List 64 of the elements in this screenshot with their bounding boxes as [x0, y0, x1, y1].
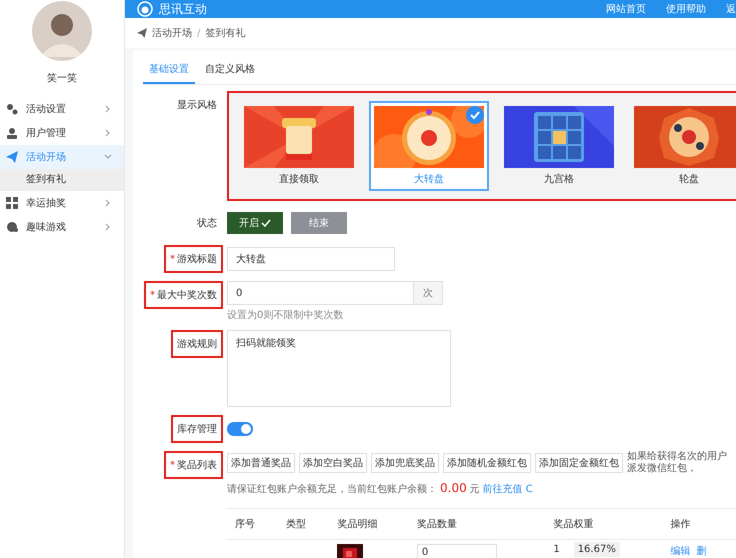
- field-label: * 游戏标题: [164, 245, 223, 273]
- style-label: 直接领取: [279, 172, 319, 186]
- chevron-down-icon: [104, 153, 112, 161]
- balance-amount: 0.00: [440, 481, 467, 495]
- style-label: 轮盘: [679, 173, 699, 186]
- style-label: 大转盘: [414, 172, 444, 186]
- column-header: 类型: [278, 508, 330, 540]
- breadcrumb-separator: /: [197, 28, 200, 38]
- chevron-right-icon: [104, 105, 112, 113]
- sidebar-item[interactable]: 活动设置: [0, 97, 124, 121]
- field-label: * 奖品列表: [164, 451, 223, 479]
- rules-field[interactable]: 扫码就能领奖: [227, 330, 451, 407]
- grid-icon: [6, 197, 18, 209]
- balance-text: 请保证红包账户余额充足，当前红包账户余额：: [227, 482, 437, 496]
- currency-text: 元: [470, 483, 480, 496]
- sidebar-item[interactable]: 趣味游戏: [0, 215, 124, 239]
- column-header: 奖品权重: [545, 508, 663, 540]
- check-icon: [466, 106, 484, 124]
- action-link[interactable]: 编辑: [670, 546, 691, 557]
- chevron-right-icon: [104, 129, 112, 137]
- note-text: 如果给获得名次的用户派发微信红包，: [627, 451, 728, 475]
- column-header: 序号: [227, 508, 278, 540]
- add-prize-button[interactable]: 添加随机金额红包: [443, 453, 531, 473]
- hint-text: 设置为0则不限制中奖次数: [227, 308, 344, 322]
- avatar: [32, 1, 92, 61]
- unit-label: 次: [414, 281, 443, 305]
- tab[interactable]: 自定义风格: [199, 56, 261, 84]
- paper-plane-icon: [6, 151, 18, 163]
- breadcrumb-item[interactable]: 活动开场: [152, 26, 192, 40]
- sidebar-subitem[interactable]: 签到有礼: [0, 169, 124, 191]
- user-name: 笑一笑: [46, 72, 78, 85]
- tab[interactable]: 基础设置: [143, 56, 195, 84]
- field-label: * 最大中奖次数: [144, 281, 223, 309]
- chevron-right-icon: [104, 199, 112, 207]
- column-header: 奖品明细: [329, 508, 409, 540]
- title-field[interactable]: 大转盘: [227, 247, 395, 271]
- sidebar-item[interactable]: 幸运抽奖: [0, 191, 124, 215]
- add-prize-button[interactable]: 添加固定金额红包: [535, 453, 623, 473]
- field-label: 库存管理: [171, 415, 223, 443]
- style-option[interactable]: 轮盘: [629, 101, 736, 191]
- add-prize-button[interactable]: 添加普通奖品: [227, 453, 295, 473]
- weight-value: 1: [553, 544, 560, 555]
- check-icon: [261, 218, 271, 228]
- user-icon: [6, 127, 18, 139]
- add-prize-button[interactable]: 添加空白奖品: [299, 453, 367, 473]
- breadcrumb-item[interactable]: 签到有礼: [205, 26, 246, 40]
- percent-value: 16.67%: [574, 542, 620, 557]
- field-label: 显示风格: [176, 98, 218, 113]
- toggle-switch[interactable]: [227, 422, 253, 436]
- app-title: 思讯互动: [159, 0, 207, 18]
- chevron-right-icon: [104, 223, 112, 231]
- style-option[interactable]: 直接领取: [239, 101, 359, 191]
- style-label: 九宫格: [544, 172, 574, 186]
- paper-plane-icon: [137, 28, 147, 38]
- quantity-field[interactable]: 0: [416, 544, 497, 558]
- sidebar-item[interactable]: 用户管理: [0, 121, 124, 145]
- field-label: 游戏规则: [171, 330, 223, 358]
- column-header: 奖品数量: [408, 508, 546, 540]
- style-option[interactable]: 九宫格: [499, 101, 619, 191]
- field-label: 状态: [196, 216, 218, 231]
- add-prize-button[interactable]: 添加兜底奖品: [371, 453, 439, 473]
- column-header: 操作: [662, 508, 736, 540]
- status-button[interactable]: 开启: [227, 212, 283, 234]
- count-field[interactable]: 0: [227, 281, 414, 305]
